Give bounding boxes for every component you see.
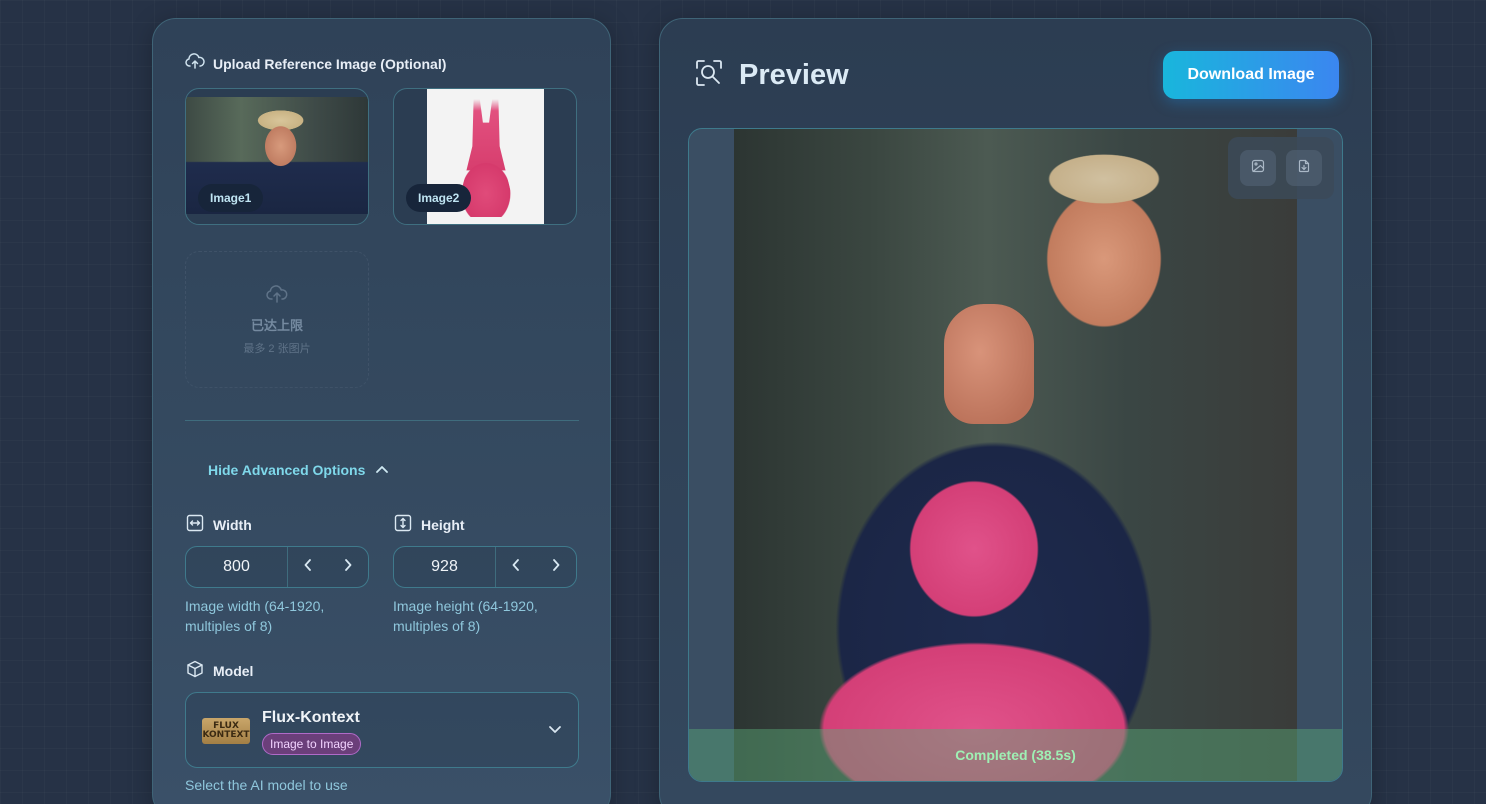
width-label-text: Width [213,516,252,533]
view-image-button[interactable] [1240,150,1276,186]
preview-panel: Preview Download Image Completed (38.5s) [659,18,1372,804]
cloud-upload-icon [185,53,205,74]
height-input[interactable]: 928 [394,547,496,587]
chevron-right-icon [552,558,560,576]
width-label: Width [186,514,252,535]
preview-toolbar [1228,137,1334,199]
width-stepper[interactable]: 800 [185,546,369,588]
cube-icon [186,660,204,681]
chevron-down-icon [548,721,562,739]
height-label-text: Height [421,516,465,533]
generated-image [734,129,1297,781]
width-input[interactable]: 800 [186,547,288,587]
download-image-button[interactable]: Download Image [1163,51,1339,99]
reference-image-1[interactable]: Image1 [185,88,369,225]
height-label: Height [394,514,465,535]
save-file-button[interactable] [1286,150,1322,186]
file-icon [1297,159,1311,178]
model-select[interactable]: FLUX KONTEXT Flux-Kontext Image to Image [185,692,579,768]
upload-header: Upload Reference Image (Optional) [185,53,446,74]
image-icon [1251,159,1265,178]
generation-status: Completed (38.5s) [689,729,1342,781]
height-increment-button[interactable] [536,547,576,587]
upload-limit-title: 已达上限 [250,317,303,333]
settings-panel: Upload Reference Image (Optional) Image1… [152,18,611,804]
generated-image-detail [944,304,1034,424]
preview-frame: Completed (38.5s) [688,128,1343,782]
model-name: Flux-Kontext [262,709,360,726]
model-label: Model [186,660,253,681]
preview-title: Preview [739,59,849,91]
chevron-up-icon [375,462,389,478]
upload-title: Upload Reference Image (Optional) [213,55,447,72]
arrows-horizontal-icon [186,514,204,535]
height-stepper[interactable]: 928 [393,546,577,588]
reference-image-2[interactable]: Image2 [393,88,577,225]
model-label-text: Model [213,662,254,679]
chevron-left-icon [304,558,312,576]
upload-dropzone-disabled: 已达上限 最多 2 张图片 [185,251,369,388]
width-decrement-button[interactable] [288,547,328,587]
reference-image-2-tag: Image2 [406,184,472,212]
height-hint: Image height (64-1920, multiples of 8) [393,598,538,634]
divider [185,420,579,421]
cloud-upload-icon [266,284,288,309]
height-decrement-button[interactable] [496,547,536,587]
arrows-vertical-icon [394,514,412,535]
upload-limit-subtitle: 最多 2 张图片 [243,342,311,355]
width-increment-button[interactable] [328,547,368,587]
advanced-toggle-label: Hide Advanced Options [208,462,366,478]
chevron-left-icon [512,558,520,576]
model-hint: Select the AI model to use [185,777,348,793]
hide-advanced-options-button[interactable]: Hide Advanced Options [208,462,389,478]
chevron-right-icon [344,558,352,576]
reference-image-1-tag: Image1 [198,184,264,212]
flux-kontext-logo: FLUX KONTEXT [202,718,250,744]
width-hint: Image width (64-1920, multiples of 8) [185,598,325,634]
search-image-icon [695,59,723,92]
preview-header: Preview [695,59,849,92]
model-type-badge: Image to Image [262,733,362,755]
